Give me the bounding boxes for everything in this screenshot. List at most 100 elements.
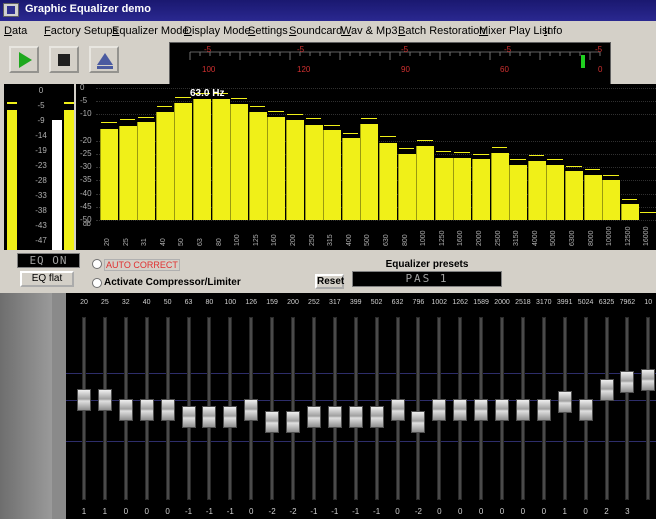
eq-slider-knob[interactable]: [97, 389, 112, 411]
spectrum-x-label: 500: [364, 234, 372, 246]
spectrum-bar: [453, 157, 472, 220]
level-indicator: [581, 55, 585, 68]
vu-scale-label: -5: [37, 101, 45, 110]
stop-icon: [58, 54, 70, 66]
eq-slider-knob[interactable]: [286, 411, 300, 433]
spectrum-peak-marker: [268, 111, 284, 113]
vu-scale-label: -19: [35, 146, 47, 155]
eq-gain-label: 0: [457, 507, 463, 516]
eq-slider-knob[interactable]: [348, 406, 363, 428]
compressor-radio[interactable]: [92, 278, 102, 288]
auto-correct-label[interactable]: AUTO CORRECT: [104, 259, 180, 271]
eq-gain-label: 0: [541, 507, 547, 516]
eq-slider-knob[interactable]: [202, 406, 217, 428]
eq-slider-track[interactable]: [625, 317, 630, 500]
eq-slider-knob[interactable]: [327, 406, 342, 428]
eq-slider-knob[interactable]: [77, 389, 91, 411]
eq-slider-knob[interactable]: [453, 399, 468, 421]
vu-peak-left: [7, 102, 17, 104]
eq-gain-label: 0: [520, 507, 526, 516]
eq-slider-track[interactable]: [604, 317, 609, 500]
eq-slider-knob[interactable]: [432, 399, 447, 421]
eq-slider-track[interactable]: [270, 317, 275, 500]
spectrum-x-label: 630: [383, 234, 390, 246]
eq-slider-track[interactable]: [291, 317, 295, 500]
spectrum-peak-marker: [640, 211, 656, 213]
menu-info[interactable]: Info: [544, 25, 562, 37]
eq-slider-knob[interactable]: [536, 399, 551, 421]
spectrum-bar: [379, 143, 398, 220]
spectrum-bar: [193, 98, 212, 220]
input-vu-meter: 0 -5 -9 -14 -19 -23 -28 -33 -38 -43 -47: [4, 84, 74, 250]
vu-scale-label: -47: [35, 236, 47, 245]
spectrum-peak-marker: [287, 114, 303, 116]
vu-bar-left: [7, 110, 17, 250]
spectrum-bar: [434, 157, 453, 220]
eq-slider-knob[interactable]: [118, 399, 133, 421]
spectrum-bar: [360, 123, 379, 220]
eq-slider-knob[interactable]: [181, 406, 196, 428]
eq-slider-knob[interactable]: [369, 406, 384, 428]
menu-equalizer-mode[interactable]: Equalizer Mode: [112, 25, 188, 37]
eq-slider-knob[interactable]: [557, 391, 572, 413]
reset-button[interactable]: Reset: [315, 274, 344, 289]
spectrum-gridline: [96, 88, 656, 89]
menu-soundcard[interactable]: Soundcard: [289, 25, 342, 37]
eq-slider-knob[interactable]: [474, 399, 489, 421]
stop-button[interactable]: [49, 46, 79, 73]
eq-gain-label: -1: [373, 507, 381, 516]
spectrum-x-label: 1600: [457, 230, 465, 246]
eq-slider-knob[interactable]: [495, 399, 509, 421]
spectrum-bar: [155, 111, 174, 220]
eq-slider-knob[interactable]: [515, 399, 530, 421]
spectrum-bar: [286, 119, 305, 220]
spectrum-x-label: 160: [271, 234, 279, 246]
level-meter-scale: [189, 51, 601, 60]
eq-slider-knob[interactable]: [411, 411, 426, 433]
vu-bar-right-2: [64, 110, 74, 250]
auto-correct-radio[interactable]: [92, 259, 102, 269]
eq-slider-knob[interactable]: [641, 369, 656, 391]
eq-slider-knob[interactable]: [265, 411, 280, 433]
eq-slider-track[interactable]: [646, 317, 651, 500]
spectrum-bar: [174, 102, 193, 220]
menu-mixer-play-list[interactable]: Mixer Play List: [479, 25, 551, 37]
eq-slider-knob[interactable]: [390, 399, 405, 421]
eq-flat-button[interactable]: EQ flat: [20, 271, 74, 287]
menu-batch-restoration[interactable]: Batch Restoration: [398, 25, 485, 37]
eq-slider-track[interactable]: [416, 317, 421, 500]
level-label: 100: [202, 65, 216, 74]
spectrum-x-label: 63: [197, 238, 204, 246]
level-label: 120: [297, 65, 311, 74]
spectrum-x-label: 400: [345, 234, 353, 246]
peak-frequency-label: 63.0 Hz: [190, 88, 225, 99]
compressor-label[interactable]: Activate Compressor/Limiter: [104, 277, 241, 288]
eq-slider-knob[interactable]: [244, 399, 259, 421]
menu-settings[interactable]: Settings: [248, 25, 288, 37]
level-label: 0: [598, 65, 603, 74]
menu-display-mode[interactable]: Display Mode: [184, 25, 251, 37]
spectrum-peak-marker: [510, 158, 526, 160]
eq-slider-knob[interactable]: [578, 399, 593, 421]
eq-slider-knob[interactable]: [223, 406, 238, 428]
menu-factory-setups[interactable]: Factory Setups: [44, 25, 118, 37]
menu-wav-mp3[interactable]: Wav & Mp3: [341, 25, 397, 37]
spectrum-bar: [118, 126, 137, 220]
eq-slider-knob[interactable]: [139, 399, 154, 421]
spectrum-x-label: 20: [104, 238, 111, 246]
spectrum-gridline: [96, 220, 656, 221]
spectrum-peak-marker: [342, 132, 359, 134]
eq-slider-knob[interactable]: [306, 406, 321, 428]
eq-slider-knob[interactable]: [599, 379, 614, 401]
spectrum-bar: [230, 103, 249, 220]
spectrum-y-label: -40: [80, 188, 92, 198]
eq-slider-knob[interactable]: [160, 399, 175, 421]
spectrum-bar: [602, 180, 621, 220]
menu-data[interactable]: Data: [4, 25, 27, 37]
spectrum-peak-marker: [398, 148, 415, 150]
play-button[interactable]: [9, 46, 39, 73]
eject-button[interactable]: [89, 46, 119, 73]
eq-slider-knob[interactable]: [620, 371, 635, 393]
presets-display[interactable]: PAS 1: [352, 271, 502, 287]
eq-frequency-label: 10: [644, 299, 653, 306]
